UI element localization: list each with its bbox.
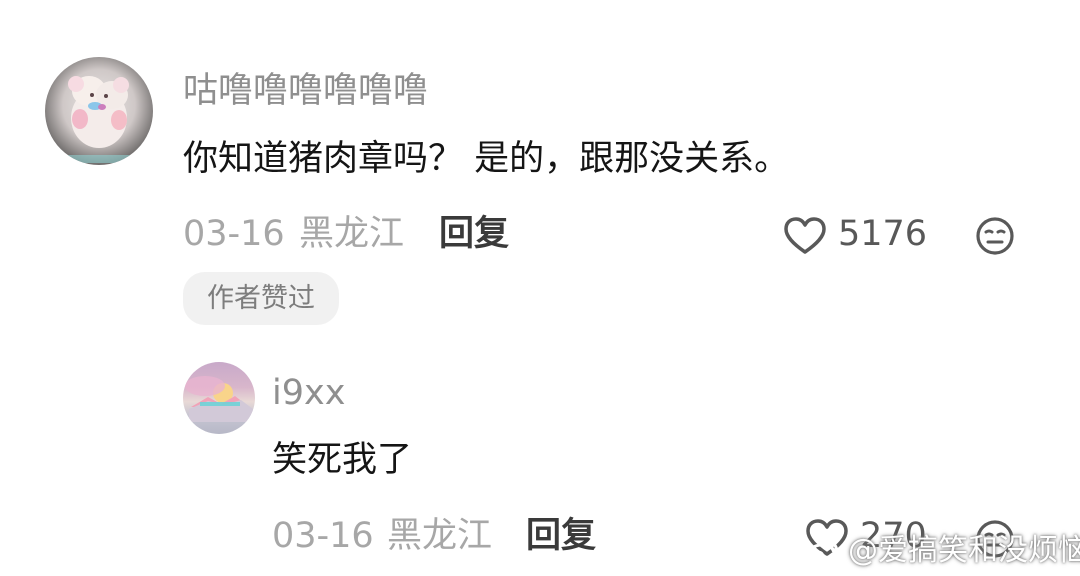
comment-thread: 咕噜噜噜噜噜噜 你知道猪肉章吗？ 是的，跟那没关系。 03-16 黑龙江 回复 … (0, 0, 1080, 576)
plush-bear-avatar-icon (63, 76, 135, 163)
comment-text: 你知道猪肉章吗？ 是的，跟那没关系。 (183, 139, 790, 179)
sunset-mountain-avatar-icon (185, 376, 253, 422)
like-count: 5176 (838, 214, 928, 254)
weibo-logo-icon (806, 540, 839, 567)
reply-button[interactable]: 回复 (439, 217, 509, 252)
avatar[interactable] (45, 57, 153, 165)
comment-username[interactable]: 咕噜噜噜噜噜噜 (183, 74, 428, 109)
watermark: @爱搞笑和没烦恼 (804, 531, 1080, 571)
watermark-text: @爱搞笑和没烦恼 (848, 533, 1080, 568)
reply-location: 黑龙江 (387, 516, 493, 556)
reply-username[interactable]: i9xx (272, 376, 345, 411)
reply-text: 笑死我了 (272, 440, 413, 480)
reply-date: 03-16 (272, 516, 374, 556)
dislike-neutral-face-icon[interactable] (974, 215, 1016, 257)
comment-location: 黑龙江 (299, 214, 405, 254)
comment-date: 03-16 (183, 214, 285, 254)
heart-icon[interactable] (782, 216, 828, 256)
author-liked-badge: 作者赞过 (183, 272, 339, 325)
reply-reply-button[interactable]: 回复 (526, 519, 596, 554)
reply-avatar[interactable] (183, 362, 255, 434)
